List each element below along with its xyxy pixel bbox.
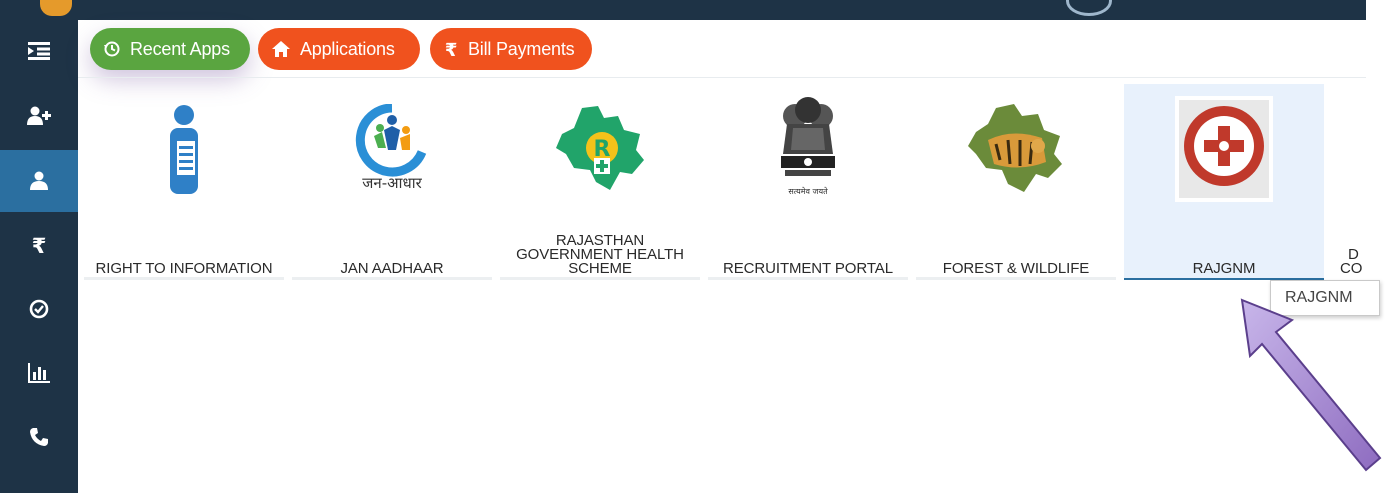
tile-underline (708, 277, 908, 280)
app-label-line: SCHEME (568, 260, 632, 277)
check-circle-icon (29, 299, 49, 319)
app-label: FOREST & WILDLIFE (942, 260, 1090, 277)
app-label-multiline: D CO (1330, 247, 1366, 277)
tile-underline (500, 277, 700, 280)
app-tile-partial[interactable]: D CO (1330, 84, 1366, 280)
ashoka-emblem-icon: सत्यमेव जयते (781, 97, 835, 196)
jan-aadhaar-logo-text: जन-आधार (362, 174, 422, 190)
top-header-bar (0, 0, 1366, 20)
rajgnm-seal-icon (1175, 96, 1273, 202)
user-icon (30, 171, 48, 190)
sidebar-item-profile[interactable] (0, 150, 78, 212)
add-user-icon (27, 106, 51, 125)
app-label: RECRUITMENT PORTAL (723, 260, 893, 277)
tiger-map-icon (968, 104, 1062, 192)
applications-button[interactable]: Applications (258, 28, 420, 70)
applications-label: Applications (300, 38, 395, 59)
bill-payments-button[interactable]: ₹ Bill Payments (430, 28, 592, 70)
home-icon (272, 41, 290, 57)
recent-apps-label: Recent Apps (130, 38, 230, 59)
app-tile-recruitment-portal[interactable]: सत्यमेव जयते RECRUITMENT PORTAL (708, 84, 908, 280)
sidebar: ₹ (0, 20, 78, 493)
app-tile-right-to-information[interactable]: RIGHT TO INFORMATION (84, 84, 284, 280)
header-emblem-icon (1066, 0, 1112, 16)
menu-indent-icon (28, 42, 50, 60)
svg-text:₹: ₹ (32, 234, 47, 256)
header-logo-icon[interactable] (40, 0, 72, 16)
app-label-line: CO (1340, 260, 1363, 277)
bar-chart-icon (28, 363, 50, 383)
sidebar-item-menu[interactable] (0, 20, 78, 82)
ashoka-motto-text: सत्यमेव जयते (788, 186, 828, 196)
sidebar-item-status[interactable] (0, 278, 78, 340)
svg-text:₹: ₹ (445, 40, 457, 58)
sidebar-item-reports[interactable] (0, 342, 78, 404)
sidebar-item-payments[interactable]: ₹ (0, 214, 78, 276)
app-tile-rajasthan-health-scheme[interactable]: R RAJASTHAN GOVERNMENT HEALTH SCHEME (500, 84, 700, 280)
tile-underline (916, 277, 1116, 280)
tile-underline (292, 277, 492, 280)
rupee-icon: ₹ (444, 40, 458, 58)
history-icon (104, 41, 120, 57)
app-tile-rajgnm[interactable]: RAJGNM (1124, 84, 1324, 280)
document-person-icon (170, 105, 198, 194)
app-label: RAJGNM (1192, 260, 1256, 277)
annotation-arrow-icon (1240, 298, 1382, 472)
rupee-icon: ₹ (32, 234, 47, 256)
app-label: RIGHT TO INFORMATION (95, 260, 273, 277)
app-label: JAN AADHAAR (340, 260, 444, 277)
toolbar-divider (78, 77, 1366, 78)
rajasthan-map-icon: R (556, 106, 644, 190)
phone-icon (30, 428, 48, 446)
app-label-multiline: RAJASTHAN GOVERNMENT HEALTH SCHEME (500, 233, 700, 277)
app-tile-forest-wildlife[interactable]: FOREST & WILDLIFE (916, 84, 1116, 280)
jan-aadhaar-logo: जन-आधार (355, 104, 427, 190)
recent-apps-button[interactable]: Recent Apps (90, 28, 250, 70)
sidebar-item-contact[interactable] (0, 406, 78, 468)
bill-payments-label: Bill Payments (468, 38, 575, 59)
app-tile-jan-aadhaar[interactable]: जन-आधार JAN AADHAAR (292, 84, 492, 280)
sidebar-item-add-user[interactable] (0, 84, 78, 148)
tile-underline (84, 277, 284, 280)
